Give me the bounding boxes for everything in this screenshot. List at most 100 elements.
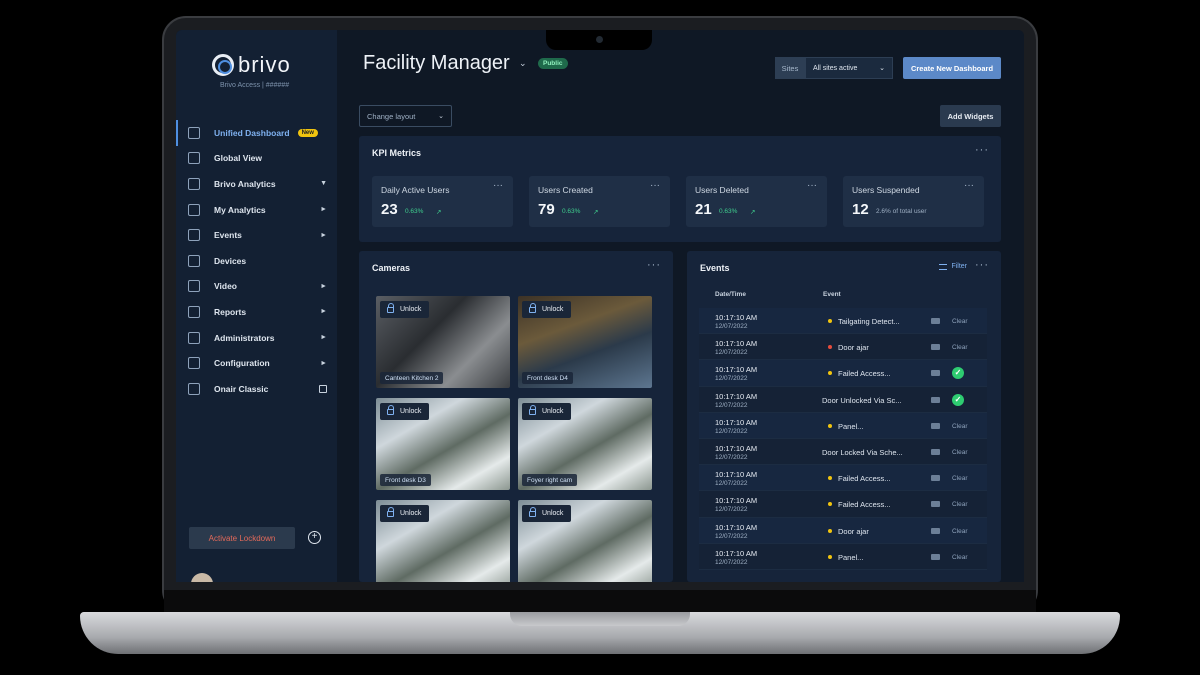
sidebar-item-label: Reports [214, 306, 247, 317]
sidebar-item-brivo-analytics[interactable]: Brivo Analytics ▼ [176, 171, 337, 197]
more-options-icon[interactable]: ··· [650, 180, 660, 191]
camera-icon[interactable] [931, 553, 940, 560]
page-title[interactable]: Facility Manager [363, 52, 510, 75]
sidebar-item-reports[interactable]: Reports ► [176, 299, 337, 325]
event-description: Tailgating Detect... [838, 317, 900, 326]
sites-dropdown[interactable]: All sites active ⌄ [805, 57, 893, 79]
unlock-button[interactable]: Unlock [380, 505, 430, 522]
sidebar-item-label: Devices [214, 255, 247, 266]
table-row[interactable]: 10:17:10 AM 12/07/2022 Panel... Clear [699, 543, 987, 570]
table-row[interactable]: 10:17:10 AM 12/07/2022 Door ajar Clear [699, 517, 987, 544]
avatar[interactable] [191, 573, 213, 582]
column-header-datetime[interactable]: Date/Time [715, 291, 746, 298]
brivo-logo[interactable]: brivo [212, 52, 291, 78]
kpi-label: Daily Active Users [381, 185, 450, 195]
brand-subtitle: Brivo Access | ###### [220, 82, 290, 89]
filter-icon [939, 263, 948, 270]
change-layout-dropdown[interactable]: Change layout ⌄ [359, 105, 452, 127]
camera-icon[interactable] [931, 527, 940, 534]
filter-button[interactable]: Filter [939, 263, 967, 270]
chat-icon [188, 203, 200, 216]
unlock-button[interactable]: Unlock [522, 505, 572, 522]
unlock-button[interactable]: Unlock [522, 403, 572, 420]
camera-feed[interactable]: Unlock Foyer right cam [518, 398, 652, 490]
chevron-down-icon[interactable]: ⌄ [519, 58, 527, 69]
camera-feed[interactable]: Unlock Front desk D3 [376, 398, 510, 490]
more-options-icon[interactable]: ··· [807, 180, 817, 191]
sidebar-item-administrators[interactable]: Administrators ► [176, 325, 337, 351]
table-row[interactable]: 10:17:10 AM 12/07/2022 Door ajar Clear [699, 334, 987, 361]
clear-button[interactable]: Clear [952, 318, 968, 325]
table-row[interactable]: 10:17:10 AM 12/07/2022 Failed Access... Cle… [699, 491, 987, 518]
sidebar-item-devices[interactable]: Devices [176, 248, 337, 274]
events-list: 10:17:10 AM 12/07/2022 Tailgating Detect..… [699, 308, 987, 570]
clear-button[interactable]: Clear [952, 501, 968, 508]
kpi-card[interactable]: Users Created ··· 79 0.63% ↗ [529, 176, 670, 227]
unlock-label: Unlock [542, 408, 564, 415]
clear-button[interactable]: Clear [952, 449, 968, 456]
table-row[interactable]: 10:17:10 AM 12/07/2022 Failed Access... Cle… [699, 465, 987, 492]
sidebar-item-label: Brivo Analytics [214, 178, 276, 189]
video-icon [188, 280, 200, 293]
unlock-button[interactable]: Unlock [380, 403, 430, 420]
check-circle-icon[interactable]: ✓ [952, 393, 964, 406]
camera-icon[interactable] [931, 448, 940, 455]
kpi-card[interactable]: Daily Active Users ··· 23 0.63% ↗ [372, 176, 513, 227]
camera-icon[interactable] [931, 501, 940, 508]
clear-button[interactable]: Clear [952, 344, 968, 351]
camera-icon[interactable] [931, 318, 940, 324]
clear-button[interactable]: Clear [952, 528, 968, 535]
check-circle-icon[interactable]: ✓ [952, 367, 964, 380]
camera-feed[interactable]: Unlock [518, 500, 652, 582]
devices-icon [188, 254, 200, 267]
camera-feed[interactable]: Unlock [376, 500, 510, 582]
column-header-event[interactable]: Event [823, 291, 841, 298]
table-row[interactable]: 10:17:10 AM 12/07/2022 Failed Access... ✓ [699, 360, 987, 387]
more-options-icon[interactable]: ··· [493, 180, 503, 191]
activate-lockdown-button[interactable]: Activate Lockdown [189, 527, 295, 549]
camera-icon[interactable] [931, 344, 940, 351]
sidebar-item-configuration[interactable]: Configuration ► [176, 350, 337, 376]
unlock-label: Unlock [542, 306, 564, 313]
kpi-value: 21 [695, 201, 712, 218]
camera-feed[interactable]: Unlock Canteen Kitchen 2 [376, 296, 510, 388]
trend-up-icon: ↗ [436, 209, 442, 216]
table-row[interactable]: 10:17:10 AM 12/07/2022 Door Locked Via Sch… [699, 438, 987, 466]
camera-icon[interactable] [931, 370, 940, 377]
table-row[interactable]: 10:17:10 AM 12/07/2022 Panel... Clear [699, 412, 987, 439]
clear-button[interactable]: Clear [952, 423, 968, 430]
camera-icon[interactable] [931, 396, 940, 403]
sidebar-item-my-analytics[interactable]: My Analytics ► [176, 197, 337, 223]
more-options-icon[interactable]: ··· [964, 180, 974, 191]
unlock-button[interactable]: Unlock [522, 301, 572, 318]
kpi-card[interactable]: Users Suspended ··· 12 2.6% of total user [843, 176, 984, 227]
clear-button[interactable]: Clear [952, 554, 968, 561]
more-options-icon[interactable]: ··· [647, 259, 661, 271]
sidebar-item-onair-classic[interactable]: Onair Classic [176, 376, 337, 402]
expand-arrow-icon: ► [320, 206, 327, 214]
sidebar-item-unified-dashboard[interactable]: Unified Dashboard New [176, 120, 337, 146]
create-dashboard-button[interactable]: Create New Dashboard [903, 57, 1001, 79]
kpi-card[interactable]: Users Deleted ··· 21 0.63% ↗ [686, 176, 827, 227]
more-options-icon[interactable]: ··· [975, 259, 989, 271]
event-description: Door ajar [838, 526, 869, 536]
camera-icon[interactable] [931, 475, 940, 482]
camera-icon[interactable] [931, 422, 940, 429]
table-row[interactable]: 10:17:10 AM 12/07/2022 Tailgating Detect..… [699, 308, 987, 335]
sidebar-nav: Unified Dashboard New Global View Brivo Ana… [176, 120, 337, 402]
unlock-button[interactable]: Unlock [380, 301, 430, 318]
sidebar-item-global-view[interactable]: Global View [176, 146, 337, 172]
clear-button[interactable]: Clear [952, 475, 968, 482]
add-circle-icon[interactable]: + [308, 531, 321, 544]
sidebar-item-video[interactable]: Video ► [176, 274, 337, 300]
more-options-icon[interactable]: ··· [975, 144, 989, 156]
camera-feed[interactable]: Unlock Front desk D4 [518, 296, 652, 388]
lock-icon [387, 404, 394, 415]
expand-arrow-icon: ► [320, 308, 327, 316]
expand-arrow-icon: ► [320, 334, 327, 342]
sidebar-item-events[interactable]: Events ► [176, 222, 337, 248]
add-widgets-button[interactable]: Add Widgets [940, 105, 1001, 127]
event-date: 12/07/2022 [715, 480, 748, 488]
event-date: 12/07/2022 [715, 375, 748, 383]
table-row[interactable]: 10:17:10 AM 12/07/2022 Door Unlocked Via S… [699, 386, 987, 413]
